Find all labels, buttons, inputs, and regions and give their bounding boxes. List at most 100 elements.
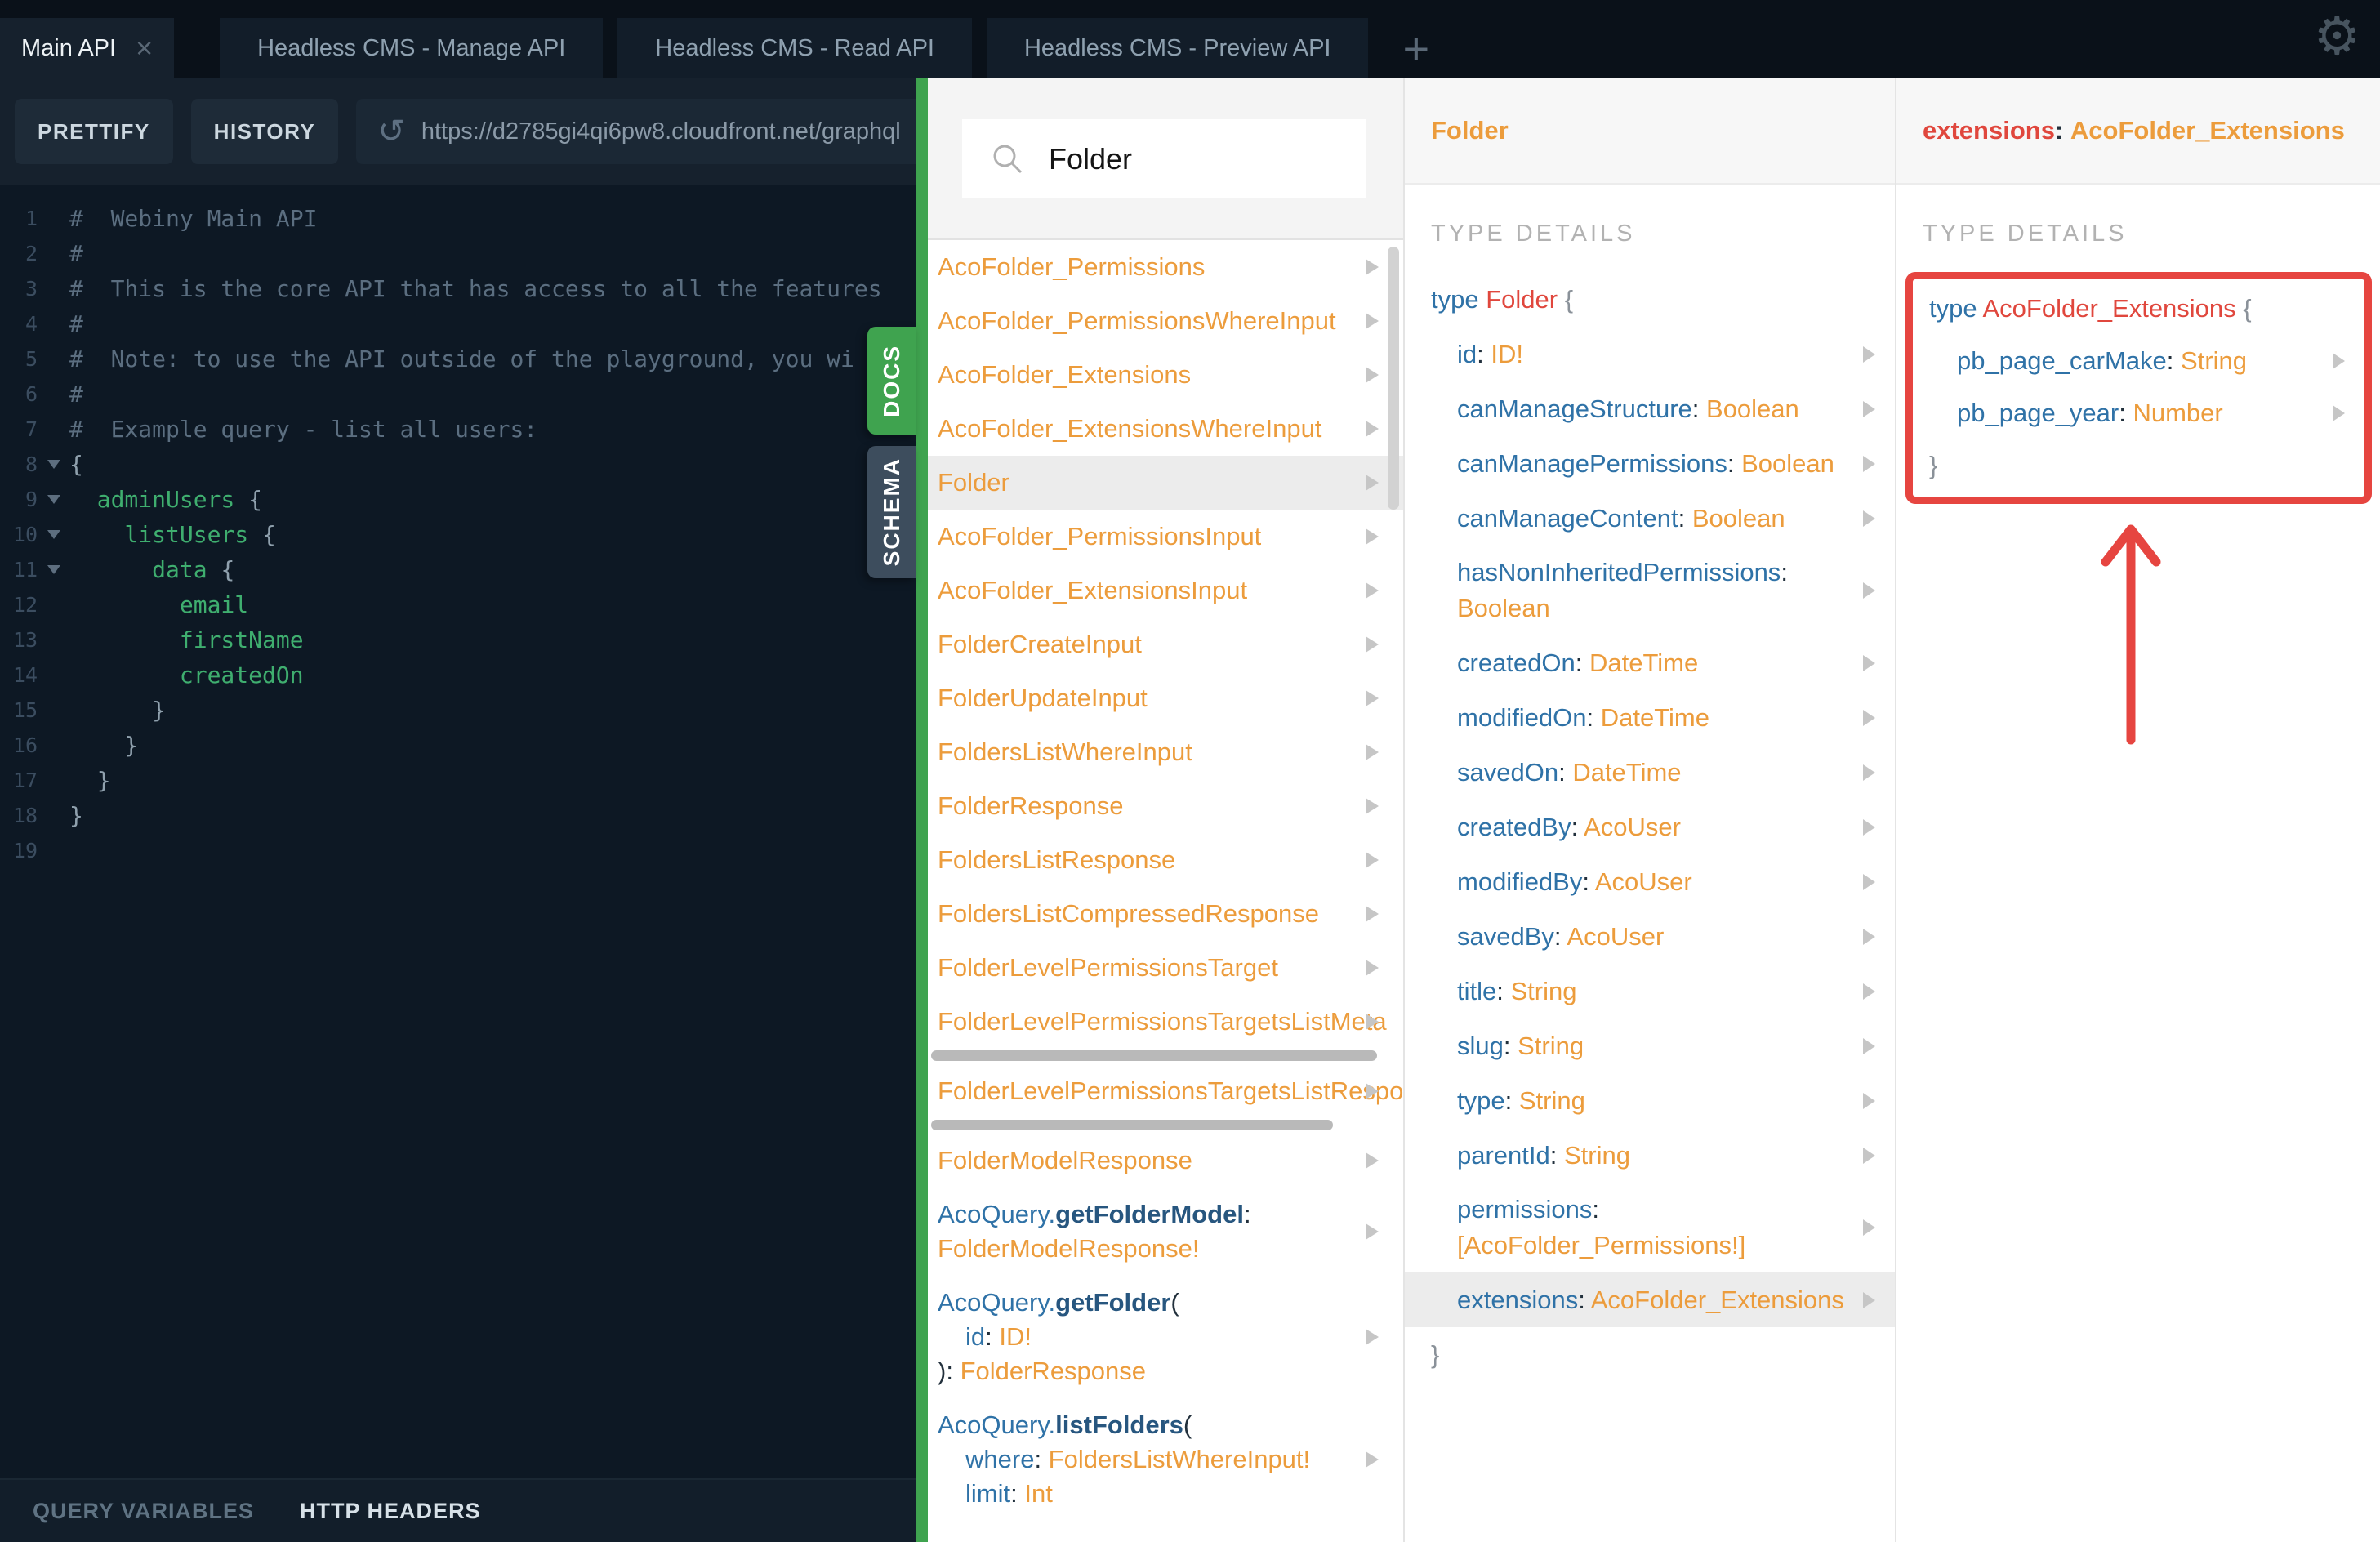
api-tab-3[interactable]: Headless CMS - Preview API: [986, 18, 1369, 78]
replay-icon[interactable]: ↺: [377, 115, 405, 148]
docs-list-item[interactable]: AcoFolder_PermissionsInput: [928, 510, 1403, 564]
type-field-pb_page_carMake[interactable]: pb_page_carMake: String: [1913, 335, 2364, 387]
editor-line: 5 # Note: to use the API outside of the p…: [0, 341, 916, 377]
chevron-right-icon: [1863, 709, 1875, 726]
chevron-right-icon: [1863, 400, 1875, 417]
horizontal-scrollbar[interactable]: [931, 1120, 1333, 1130]
line-number: 1: [25, 207, 38, 230]
chevron-right-icon: [1366, 421, 1379, 437]
query-editor[interactable]: 1 # Webiny Main API 2 #3 # This is the core …: [0, 185, 916, 1478]
docs-side-tab[interactable]: DOCS: [867, 327, 916, 435]
prettify-button[interactable]: PRETTIFY: [15, 99, 173, 164]
tabs-container: Main API × Headless CMS - Manage API Headle…: [0, 18, 1446, 78]
search-input[interactable]: Folder: [962, 119, 1366, 198]
line-number: 10: [12, 523, 38, 546]
line-number: 4: [25, 312, 38, 336]
type-field-modifiedBy[interactable]: modifiedBy: AcoUser: [1405, 854, 1895, 909]
chevron-right-icon: [1366, 1223, 1379, 1240]
docs-list-query-item[interactable]: AcoQuery.listFolders(where: FoldersListW…: [928, 1398, 1403, 1521]
type-field-createdBy[interactable]: createdBy: AcoUser: [1405, 800, 1895, 854]
history-button[interactable]: HISTORY: [190, 99, 339, 164]
new-tab-button[interactable]: +: [1386, 18, 1446, 78]
docs-list-item[interactable]: AcoFolder_ExtensionsInput: [928, 564, 1403, 617]
type-field-modifiedOn[interactable]: modifiedOn: DateTime: [1405, 690, 1895, 745]
type-field-canManageContent[interactable]: canManageContent: Boolean: [1405, 491, 1895, 546]
docs-list-item[interactable]: FolderResponse: [928, 779, 1403, 833]
api-tab-1[interactable]: Headless CMS - Manage API: [220, 18, 604, 78]
chevron-right-icon: [1863, 1291, 1875, 1308]
line-number: 3: [25, 277, 38, 301]
http-headers-tab[interactable]: HTTP HEADERS: [300, 1499, 481, 1524]
type-field-slug[interactable]: slug: String: [1405, 1018, 1895, 1073]
docs-panel-divider[interactable]: [916, 78, 928, 1542]
docs-list-item[interactable]: AcoFolder_ExtensionsWhereInput: [928, 402, 1403, 456]
fold-arrow-icon[interactable]: [47, 460, 60, 469]
editor-line: 4 #: [0, 306, 916, 341]
type-field-permissions[interactable]: permissions: [AcoFolder_Permissions!]: [1405, 1183, 1895, 1272]
type-field-savedBy[interactable]: savedBy: AcoUser: [1405, 909, 1895, 964]
type-field-hasNonInheritedPermissions[interactable]: hasNonInheritedPermissions: Boolean: [1405, 546, 1895, 635]
fold-arrow-icon[interactable]: [47, 530, 60, 539]
type-field-savedOn[interactable]: savedOn: DateTime: [1405, 745, 1895, 800]
schema-side-tab[interactable]: SCHEMA: [867, 446, 916, 578]
close-tab-icon[interactable]: ×: [136, 33, 153, 63]
endpoint-url-text: https://d2785gi4qi6pw8.cloudfront.net/gr…: [421, 118, 901, 145]
docs-list-item[interactable]: FoldersListCompressedResponse: [928, 887, 1403, 941]
closing-brace: }: [1431, 1340, 1440, 1369]
type-field-extensions[interactable]: extensions: AcoFolder_Extensions: [1405, 1272, 1895, 1327]
line-number: 2: [25, 242, 38, 265]
fold-arrow-icon[interactable]: [47, 495, 60, 504]
docs-list-item[interactable]: Folder: [928, 456, 1403, 510]
type-field-createdOn[interactable]: createdOn: DateTime: [1405, 635, 1895, 690]
docs-search-area: Folder: [928, 78, 1403, 240]
endpoint-url-input[interactable]: ↺ https://d2785gi4qi6pw8.cloudfront.net/…: [356, 99, 916, 164]
folder-type-panel: Folder TYPE DETAILS type Folder { id: ID…: [1403, 78, 1895, 1542]
api-tab-2[interactable]: Headless CMS - Read API: [617, 18, 972, 78]
type-field-canManageStructure[interactable]: canManageStructure: Boolean: [1405, 381, 1895, 436]
type-field-id[interactable]: id: ID!: [1405, 327, 1895, 381]
vertical-scrollbar[interactable]: [1388, 247, 1399, 510]
docs-list-item[interactable]: FolderLevelPermissionsTargetsListMeta: [928, 995, 1403, 1049]
chevron-right-icon: [1366, 528, 1379, 545]
docs-list-item[interactable]: FolderLevelPermissionsTarget: [928, 941, 1403, 995]
type-field-canManagePermissions[interactable]: canManagePermissions: Boolean: [1405, 436, 1895, 491]
query-variables-tab[interactable]: QUERY VARIABLES: [33, 1499, 254, 1524]
chevron-right-icon: [1863, 582, 1875, 599]
docs-list-item[interactable]: AcoFolder_PermissionsWhereInput: [928, 294, 1403, 348]
editor-line: 2 #: [0, 236, 916, 271]
chevron-right-icon: [1366, 313, 1379, 329]
docs-list-item[interactable]: FolderLevelPermissionsTargetsListRespons…: [928, 1064, 1403, 1118]
line-number: 19: [12, 839, 38, 862]
editor-line: 1 # Webiny Main API: [0, 201, 916, 236]
editor-line: 8{: [0, 447, 916, 482]
fold-arrow-icon[interactable]: [47, 565, 60, 574]
type-field-pb_page_year[interactable]: pb_page_year: Number: [1913, 387, 2364, 439]
docs-list-item[interactable]: AcoFolder_Permissions: [928, 240, 1403, 294]
type-field-title[interactable]: title: String: [1405, 964, 1895, 1018]
type-field-parentId[interactable]: parentId: String: [1405, 1128, 1895, 1183]
line-number: 14: [12, 663, 38, 687]
folder-panel-title: Folder: [1405, 78, 1895, 185]
tab-label: Headless CMS - Preview API: [1023, 34, 1331, 61]
annotation-arrow-up-icon: [2101, 524, 2161, 745]
api-tab-0[interactable]: Main API ×: [0, 18, 175, 78]
docs-list-item[interactable]: FolderModelResponse: [928, 1134, 1403, 1188]
docs-list-item[interactable]: AcoFolder_Extensions: [928, 348, 1403, 402]
docs-list-query-item[interactable]: AcoQuery.getFolder(id: ID!): FolderRespo…: [928, 1276, 1403, 1398]
type-field-type[interactable]: type: String: [1405, 1073, 1895, 1128]
chevron-right-icon: [2333, 353, 2345, 369]
chevron-right-icon: [1366, 582, 1379, 599]
docs-list-item[interactable]: FoldersListResponse: [928, 833, 1403, 887]
chevron-right-icon: [1366, 259, 1379, 275]
settings-gear-icon[interactable]: ⚙: [2314, 7, 2360, 67]
chevron-right-icon: [1366, 852, 1379, 868]
docs-list-item[interactable]: FolderUpdateInput: [928, 671, 1403, 725]
docs-list-item[interactable]: FoldersListWhereInput: [928, 725, 1403, 779]
docs-list-query-item[interactable]: AcoQuery.getFolderModel: FolderModelRespo…: [928, 1188, 1403, 1276]
docs-list-item[interactable]: FolderCreateInput: [928, 617, 1403, 671]
horizontal-scrollbar[interactable]: [931, 1050, 1377, 1061]
chevron-right-icon: [1863, 928, 1875, 945]
line-number: 11: [12, 558, 38, 582]
docs-type-list: AcoFolder_Permissions AcoFolder_Permissio…: [928, 240, 1403, 1521]
line-number: 17: [12, 769, 38, 792]
